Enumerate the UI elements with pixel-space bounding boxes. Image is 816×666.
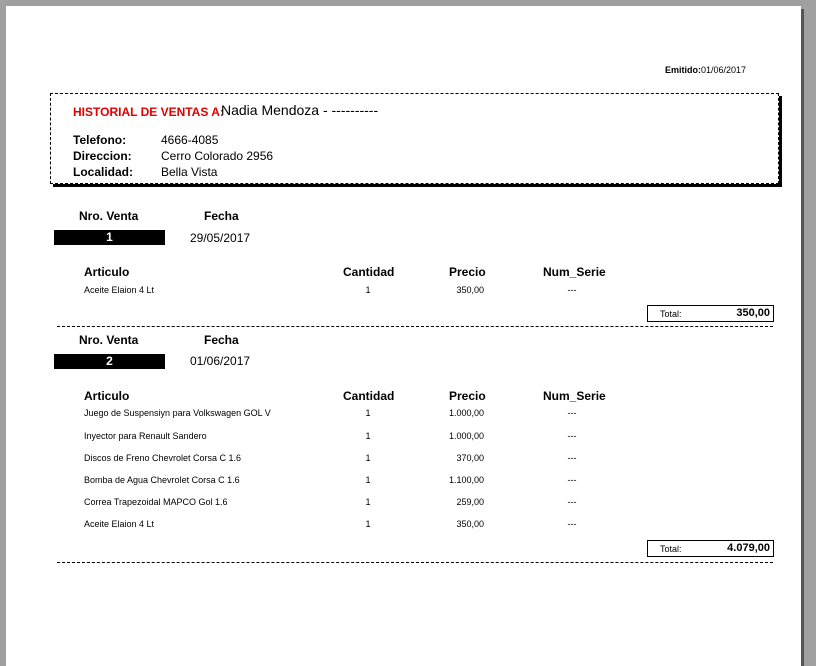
phone-value: 4666-4085	[161, 133, 219, 147]
sale-date: 29/05/2017	[190, 231, 251, 245]
sale-total-box: Total: 4.079,00	[647, 540, 774, 557]
section-divider	[57, 562, 773, 563]
item-serial: ---	[567, 408, 577, 418]
item-article: Bomba de Agua Chevrolet Corsa C 1.6	[84, 475, 240, 485]
item-article: Juego de Suspensiyn para Volkswagen GOL …	[84, 408, 271, 418]
article-header: Articulo	[84, 389, 130, 403]
item-qty: 1	[365, 475, 371, 485]
item-qty: 1	[365, 519, 371, 529]
address-value: Cerro Colorado 2956	[161, 149, 274, 163]
item-serial: ---	[567, 431, 577, 441]
article-header: Articulo	[84, 265, 130, 279]
item-article: Correa Trapezoidal MAPCO Gol 1.6	[84, 497, 228, 507]
qty-header: Cantidad	[343, 265, 395, 279]
total-label: Total:	[660, 544, 682, 554]
locality-label: Localidad:	[73, 165, 134, 179]
serial-header: Num_Serie	[543, 389, 606, 403]
date-header: Fecha	[204, 333, 239, 347]
item-serial: ---	[567, 475, 577, 485]
item-article: Aceite Elaion 4 Lt	[84, 285, 155, 295]
serial-header: Num_Serie	[543, 265, 606, 279]
section-divider	[57, 326, 773, 327]
locality-value: Bella Vista	[161, 165, 218, 179]
item-price: 370,00	[456, 453, 484, 463]
qty-header: Cantidad	[343, 389, 395, 403]
total-value: 350,00	[736, 307, 770, 319]
report-page: Emitido:01/06/2017 HISTORIAL DE VENTAS A…	[6, 6, 801, 666]
item-article: Aceite Elaion 4 Lt	[84, 519, 155, 529]
item-price: 1.000,00	[448, 408, 484, 418]
total-value: 4.079,00	[727, 542, 770, 554]
item-qty: 1	[365, 285, 371, 295]
sale-date: 01/06/2017	[190, 354, 251, 368]
sale-total-box: Total: 350,00	[647, 305, 774, 322]
item-qty: 1	[365, 431, 371, 441]
emitted-date: Emitido:01/06/2017	[665, 65, 747, 75]
item-article: Inyector para Renault Sandero	[84, 431, 207, 441]
item-serial: ---	[567, 285, 577, 295]
item-qty: 1	[365, 497, 371, 507]
report-title: HISTORIAL DE VENTAS A:	[73, 105, 224, 119]
item-qty: 1	[365, 408, 371, 418]
item-price: 1.000,00	[448, 431, 484, 441]
price-header: Precio	[449, 265, 486, 279]
sale-number: 1	[54, 230, 165, 245]
sale-number-header: Nro. Venta	[79, 209, 139, 223]
phone-label: Telefono:	[73, 133, 127, 147]
item-qty: 1	[365, 453, 371, 463]
sale-number-header: Nro. Venta	[79, 333, 139, 347]
total-label: Total:	[660, 309, 682, 319]
item-serial: ---	[567, 497, 577, 507]
address-label: Direccion:	[73, 149, 132, 163]
date-header: Fecha	[204, 209, 239, 223]
item-article: Discos de Freno Chevrolet Corsa C 1.6	[84, 453, 242, 463]
client-name: Nadia Mendoza - ----------	[221, 102, 379, 118]
item-price: 350,00	[456, 285, 484, 295]
sale-number: 2	[54, 354, 165, 369]
item-price: 1.100,00	[448, 475, 484, 485]
item-price: 259,00	[456, 497, 484, 507]
client-info-box: HISTORIAL DE VENTAS A: Nadia Mendoza - -…	[50, 93, 779, 184]
price-header: Precio	[449, 389, 486, 403]
item-serial: ---	[567, 453, 577, 463]
item-price: 350,00	[456, 519, 484, 529]
item-serial: ---	[567, 519, 577, 529]
